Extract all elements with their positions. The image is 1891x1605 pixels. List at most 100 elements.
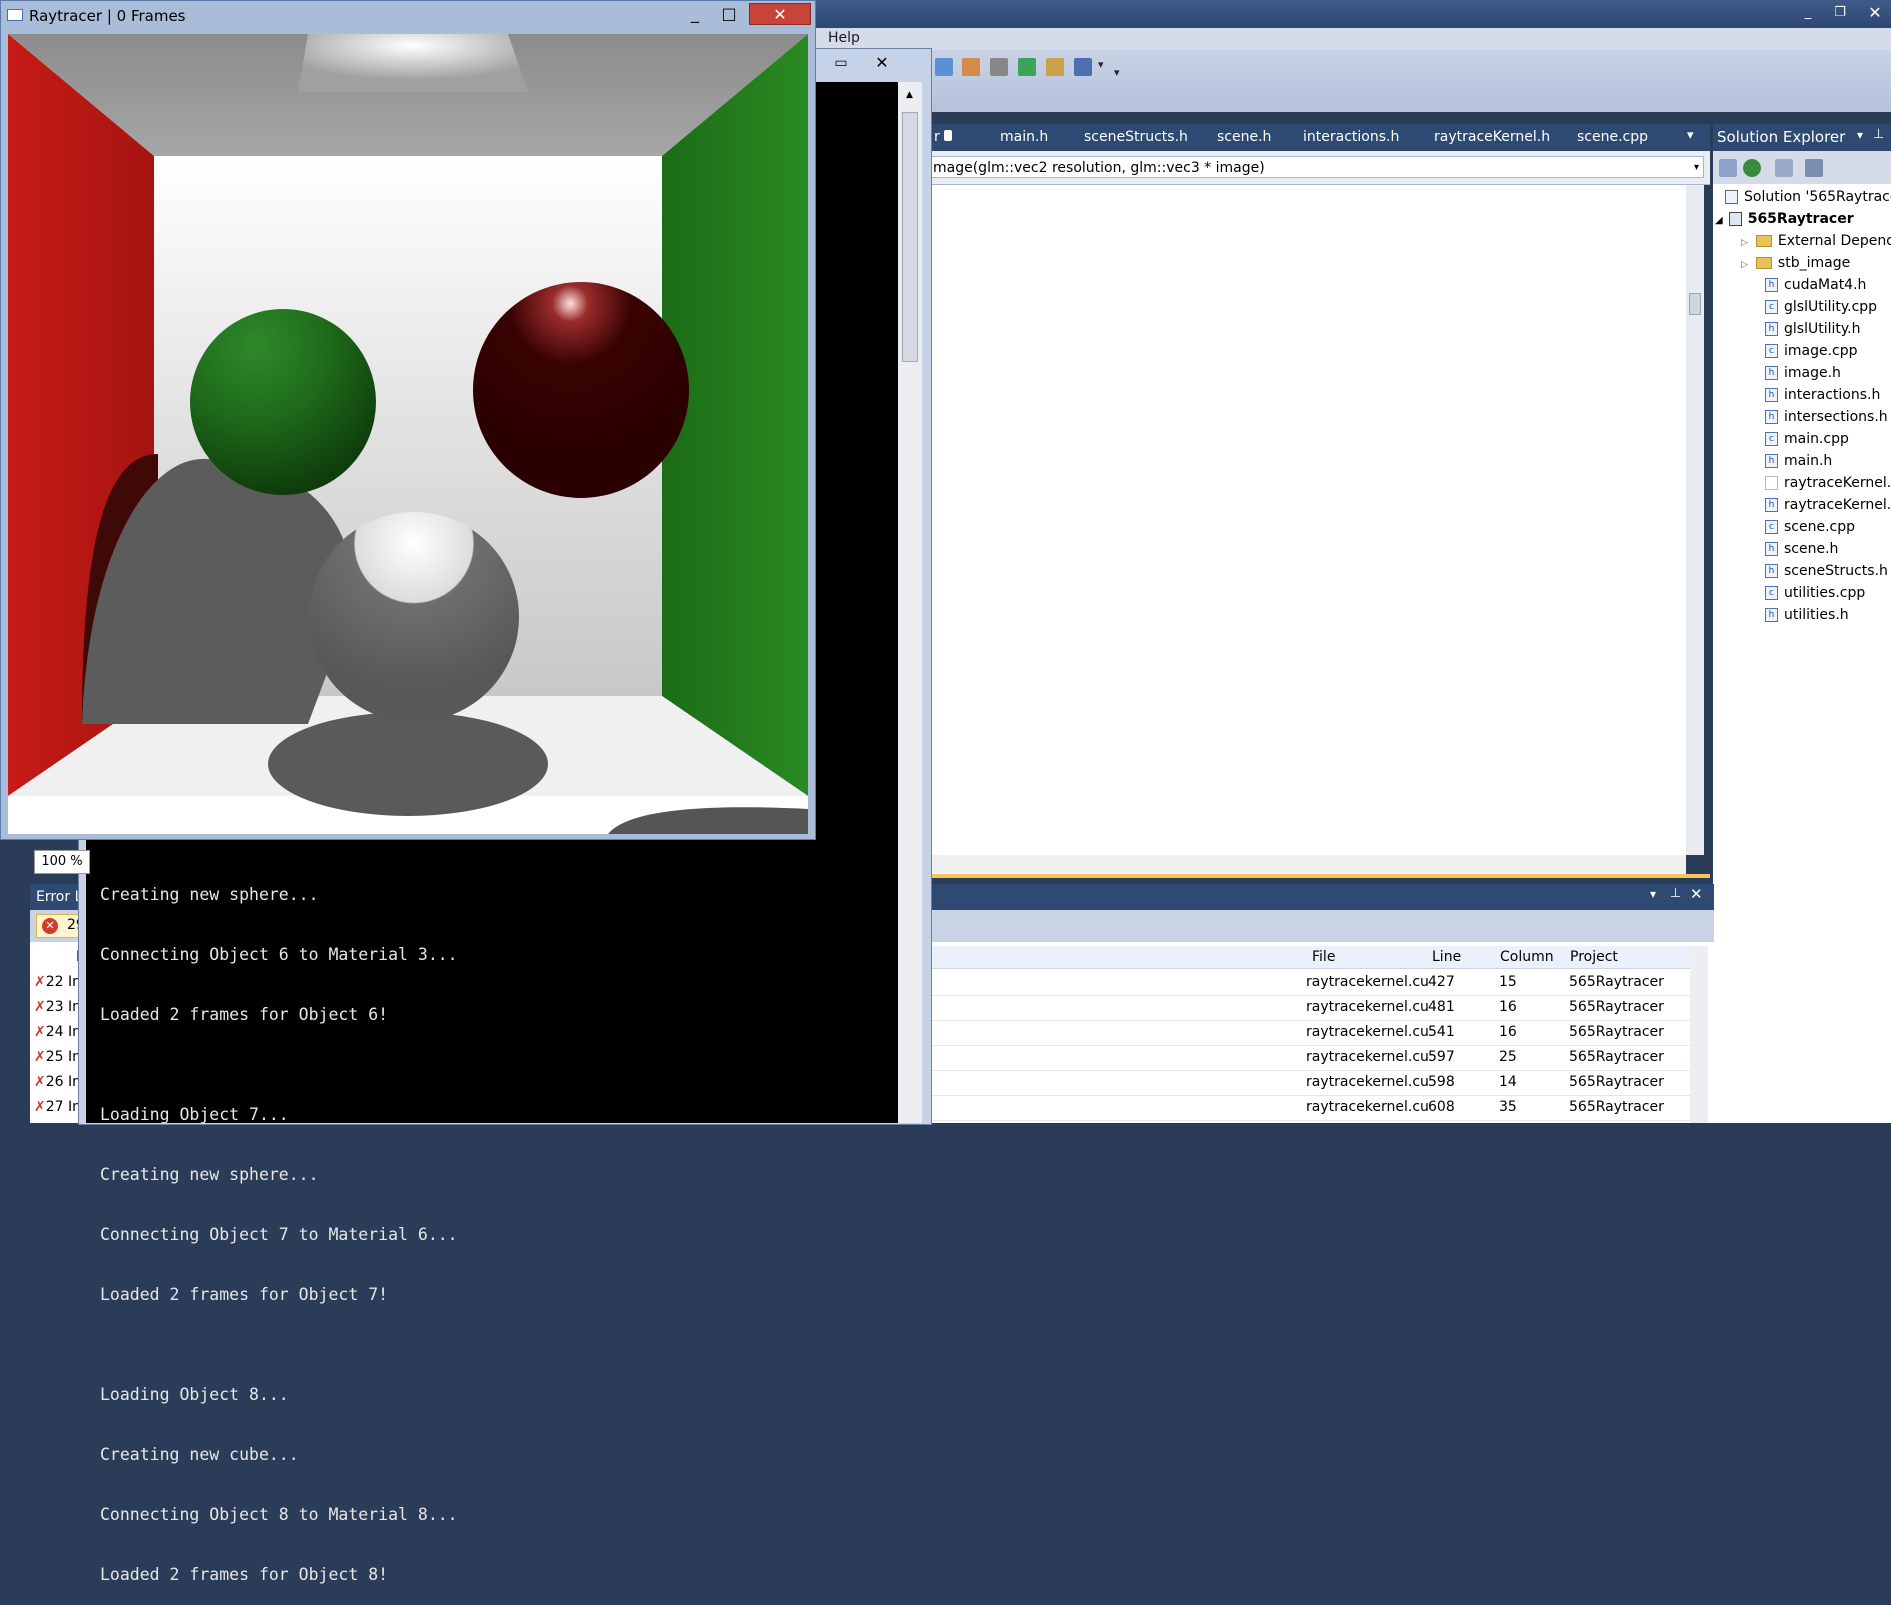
row-file: raytracekernel.cu bbox=[1306, 974, 1429, 990]
table-row[interactable]: raytracekernel.cu 541 16 565Raytracer bbox=[930, 1020, 1690, 1046]
tab-scenestructs-h[interactable]: sceneStructs.h bbox=[1080, 124, 1192, 151]
member-dropdown-value: mage(glm::vec2 resolution, glm::vec3 * i… bbox=[933, 160, 1265, 176]
console-line: Loaded 2 frames for Object 8! bbox=[100, 1565, 389, 1584]
navigation-bar: mage(glm::vec2 resolution, glm::vec3 * i… bbox=[930, 151, 1710, 185]
red-sphere bbox=[473, 282, 689, 498]
table-row[interactable]: raytracekernel.cu 598 14 565Raytracer bbox=[930, 1070, 1690, 1096]
pin-icon[interactable]: ⊥ bbox=[1670, 886, 1681, 901]
ceiling-light bbox=[298, 34, 528, 92]
tree-file[interactable]: h interactions.h bbox=[1765, 384, 1880, 406]
zoom-level[interactable]: 100 % bbox=[34, 850, 90, 874]
toolbar-icon-2[interactable] bbox=[962, 58, 980, 76]
column-line[interactable]: Line bbox=[1432, 946, 1461, 968]
tab-partial[interactable]: r bbox=[930, 124, 944, 151]
toolbar-icon-4[interactable] bbox=[1046, 58, 1064, 76]
tools-icon[interactable] bbox=[990, 58, 1008, 76]
editor-vertical-scrollbar[interactable] bbox=[1686, 185, 1704, 855]
row-file: raytracekernel.cu bbox=[1306, 1049, 1429, 1065]
show-all-files-icon[interactable] bbox=[1775, 159, 1793, 177]
vs-maximize-button[interactable]: ❐ bbox=[1825, 2, 1855, 24]
collapse-arrow-icon[interactable]: ▷ bbox=[1741, 260, 1748, 270]
toolbar-icon-3[interactable] bbox=[1018, 58, 1036, 76]
error-icon: ✗ bbox=[34, 974, 46, 990]
pin-icon[interactable]: ⊥ bbox=[1873, 127, 1884, 142]
error-icon: ✗ bbox=[34, 1074, 46, 1090]
error-grid-scrollbar[interactable] bbox=[1690, 946, 1708, 1123]
tree-stb-image[interactable]: ▷ stb_image bbox=[1741, 252, 1850, 274]
class-diagram-icon[interactable] bbox=[1805, 159, 1823, 177]
raytraced-render bbox=[8, 34, 808, 834]
folder-icon bbox=[1755, 235, 1772, 247]
tree-file[interactable]: c main.cpp bbox=[1765, 428, 1849, 450]
tree-file[interactable]: c image.cpp bbox=[1765, 340, 1858, 362]
refresh-icon[interactable] bbox=[1743, 159, 1761, 177]
solution-explorer-toolbar bbox=[1713, 151, 1891, 184]
toolbar-icon-1[interactable] bbox=[935, 58, 953, 76]
tree-file[interactable]: h cudaMat4.h bbox=[1765, 274, 1866, 296]
raytracer-maximize-button[interactable]: □ bbox=[713, 3, 745, 25]
tree-file[interactable]: h main.h bbox=[1765, 450, 1832, 472]
tree-file[interactable]: h glslUtility.h bbox=[1765, 318, 1860, 340]
table-row[interactable]: raytracekernel.cu 608 35 565Raytracer bbox=[930, 1095, 1690, 1121]
console-close-button[interactable]: ✕ bbox=[863, 52, 901, 74]
properties-icon[interactable] bbox=[1719, 159, 1737, 177]
console-maximize-button[interactable]: ▭ bbox=[822, 52, 860, 74]
tree-external-dependencies[interactable]: ▷ External Depend bbox=[1741, 230, 1891, 252]
console-line: Creating new sphere... bbox=[100, 1165, 319, 1184]
editor-scroll-thumb[interactable] bbox=[1689, 293, 1701, 315]
close-icon[interactable]: ✕ bbox=[1690, 885, 1703, 903]
dropdown-icon[interactable]: ▾ bbox=[1857, 128, 1863, 142]
header-file-icon: h bbox=[1765, 608, 1778, 622]
solution-explorer-title: Solution Explorer bbox=[1717, 128, 1846, 146]
tree-file[interactable]: h scene.h bbox=[1765, 538, 1838, 560]
tab-scene-cpp[interactable]: scene.cpp bbox=[1573, 124, 1652, 151]
tab-overflow-icon[interactable]: ▾ bbox=[1687, 128, 1694, 143]
console-scrollbar[interactable]: ▲ bbox=[898, 82, 922, 1123]
column-column[interactable]: Column bbox=[1500, 946, 1554, 968]
tree-label: raytraceKernel.h bbox=[1784, 497, 1891, 513]
tree-file[interactable]: h sceneStructs.h bbox=[1765, 560, 1888, 582]
editor-horizontal-scrollbar[interactable] bbox=[930, 855, 1686, 873]
column-project[interactable]: Project bbox=[1570, 946, 1618, 968]
raytracer-close-button[interactable]: ✕ bbox=[749, 3, 811, 25]
chevron-down-icon: ▾ bbox=[1693, 162, 1699, 173]
header-file-icon: h bbox=[1765, 410, 1778, 424]
dropdown-icon[interactable]: ▾ bbox=[1650, 887, 1656, 901]
tree-file[interactable]: h intersections.h bbox=[1765, 406, 1888, 428]
tree-file[interactable]: h image.h bbox=[1765, 362, 1841, 384]
header-file-icon: h bbox=[1765, 278, 1778, 292]
tree-label: image.h bbox=[1784, 365, 1841, 381]
tree-file[interactable]: h utilities.h bbox=[1765, 604, 1849, 626]
header-file-icon: h bbox=[1765, 322, 1778, 336]
tree-file[interactable]: c utilities.cpp bbox=[1765, 582, 1865, 604]
tree-label: glslUtility.cpp bbox=[1784, 299, 1878, 315]
vs-close-button[interactable]: ✕ bbox=[1860, 2, 1890, 24]
tree-file[interactable]: raytraceKernel.c bbox=[1765, 472, 1891, 494]
tab-scene-h[interactable]: scene.h bbox=[1213, 124, 1275, 151]
menu-help[interactable]: Help bbox=[828, 30, 860, 46]
expand-arrow-icon[interactable]: ◢ bbox=[1715, 215, 1723, 226]
tab-interactions-h[interactable]: interactions.h bbox=[1299, 124, 1403, 151]
tree-solution[interactable]: Solution '565Raytracer bbox=[1725, 186, 1891, 208]
table-row[interactable]: raytracekernel.cu 597 25 565Raytracer bbox=[930, 1045, 1690, 1071]
column-file[interactable]: File bbox=[1312, 946, 1335, 968]
collapse-arrow-icon[interactable]: ▷ bbox=[1741, 238, 1748, 248]
raytracer-minimize-button[interactable]: _ bbox=[679, 3, 711, 25]
toolbar-overflow-icon[interactable]: ▾ bbox=[1114, 66, 1120, 79]
tree-label: scene.h bbox=[1784, 541, 1839, 557]
scroll-up-icon[interactable]: ▲ bbox=[906, 90, 913, 100]
tab-raytracekernel-h[interactable]: raytraceKernel.h bbox=[1430, 124, 1554, 151]
tab-main-h[interactable]: main.h bbox=[996, 124, 1052, 151]
console-scroll-thumb[interactable] bbox=[902, 112, 918, 362]
member-dropdown[interactable]: mage(glm::vec2 resolution, glm::vec3 * i… bbox=[930, 156, 1704, 178]
table-row[interactable]: raytracekernel.cu 481 16 565Raytracer bbox=[930, 995, 1690, 1021]
command-window-icon[interactable] bbox=[1074, 58, 1092, 76]
tree-file[interactable]: c glslUtility.cpp bbox=[1765, 296, 1877, 318]
tree-project[interactable]: ◢ 565Raytracer bbox=[1715, 208, 1854, 230]
tree-file[interactable]: c scene.cpp bbox=[1765, 516, 1855, 538]
toolbar-dropdown-icon[interactable]: ▾ bbox=[1098, 58, 1104, 71]
tree-file[interactable]: h raytraceKernel.h bbox=[1765, 494, 1891, 516]
table-row[interactable]: raytracekernel.cu 427 15 565Raytracer bbox=[930, 970, 1690, 996]
code-editor[interactable] bbox=[930, 185, 1686, 875]
vs-minimize-button[interactable]: _ bbox=[1793, 2, 1823, 24]
